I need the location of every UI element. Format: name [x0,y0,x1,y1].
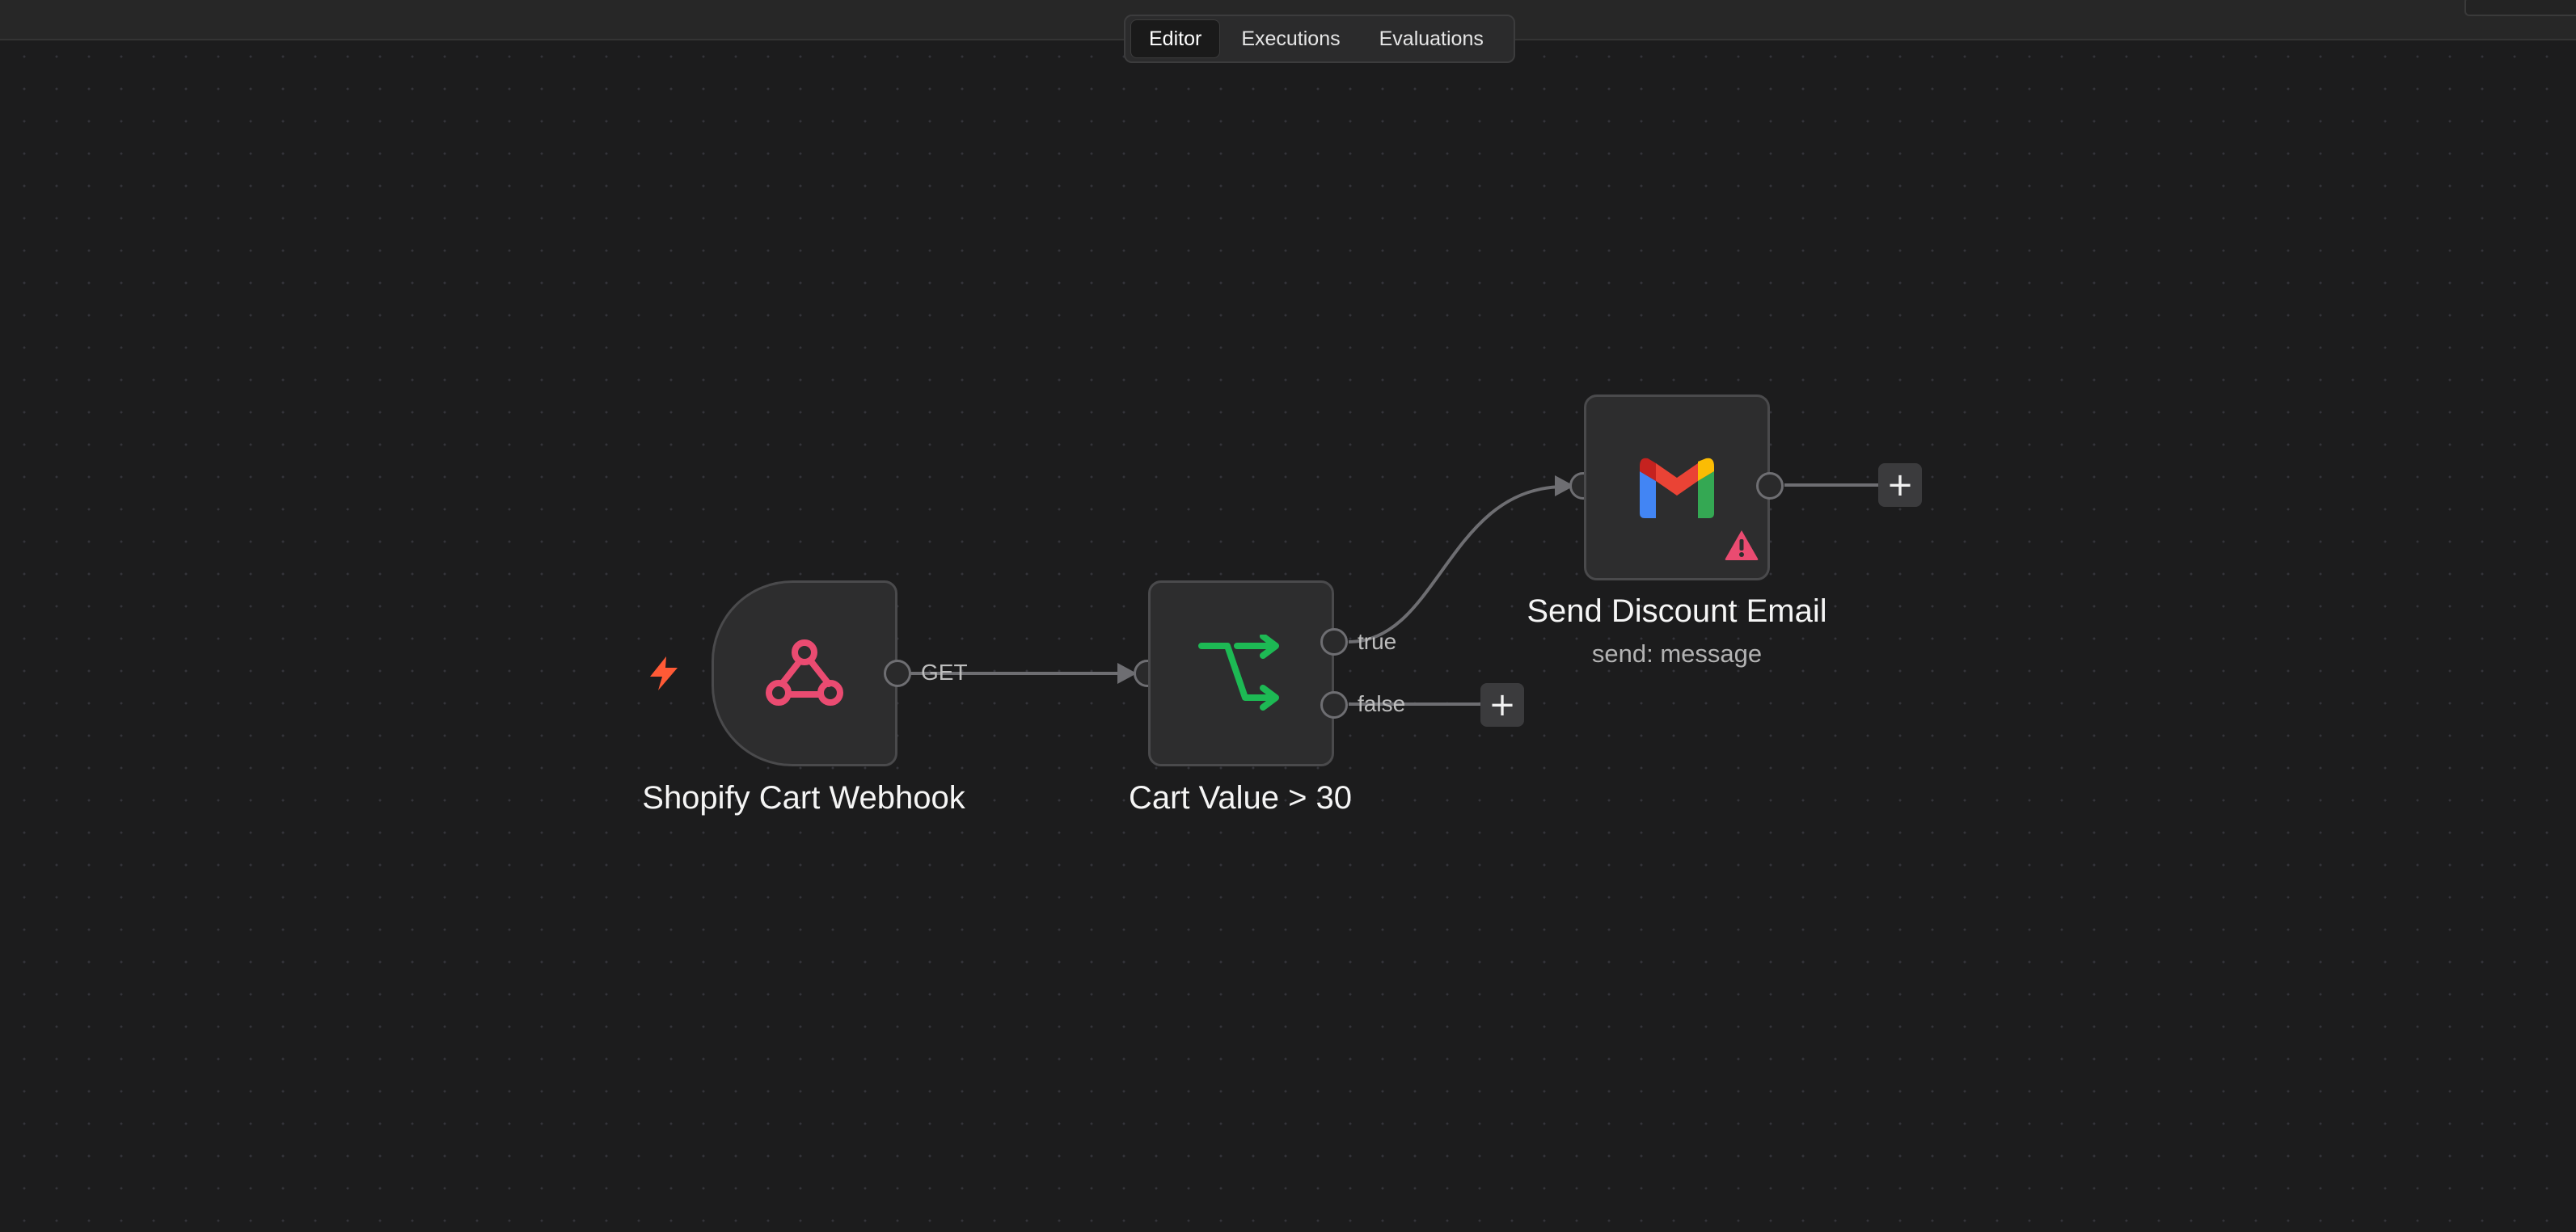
webhook-output-handle[interactable] [884,660,911,687]
gmail-node-subtitle: send: message [1591,639,1763,668]
branch-icon [1198,635,1279,711]
edge-label-false: false [1358,691,1406,716]
if-false-handle[interactable] [1320,691,1348,719]
view-tabs: Editor Executions Evaluations [1124,15,1515,63]
webhook-node[interactable] [712,580,897,766]
edge-label-get: GET [921,660,968,685]
gmail-icon [1640,458,1714,518]
webhook-node-title: Shopify Cart Webhook [642,780,965,816]
if-true-handle[interactable] [1320,628,1348,656]
webhook-icon [766,639,843,706]
tab-executions[interactable]: Executions [1223,19,1358,58]
warning-icon [1725,530,1759,560]
add-node-false-button[interactable]: + [1480,683,1524,727]
add-node-after-gmail-button[interactable]: + [1878,463,1922,507]
tab-editor[interactable]: Editor [1130,19,1221,58]
gmail-node[interactable] [1584,394,1770,580]
if-node-title: Cart Value > 30 [1128,780,1353,816]
lightning-bolt-icon [650,656,678,690]
if-node[interactable] [1148,580,1334,766]
top-right-control[interactable] [2464,0,2576,16]
gmail-output-handle[interactable] [1756,472,1784,500]
edge-label-true: true [1358,629,1397,654]
gmail-node-title: Send Discount Email [1527,593,1827,629]
tab-evaluations[interactable]: Evaluations [1362,19,1501,58]
